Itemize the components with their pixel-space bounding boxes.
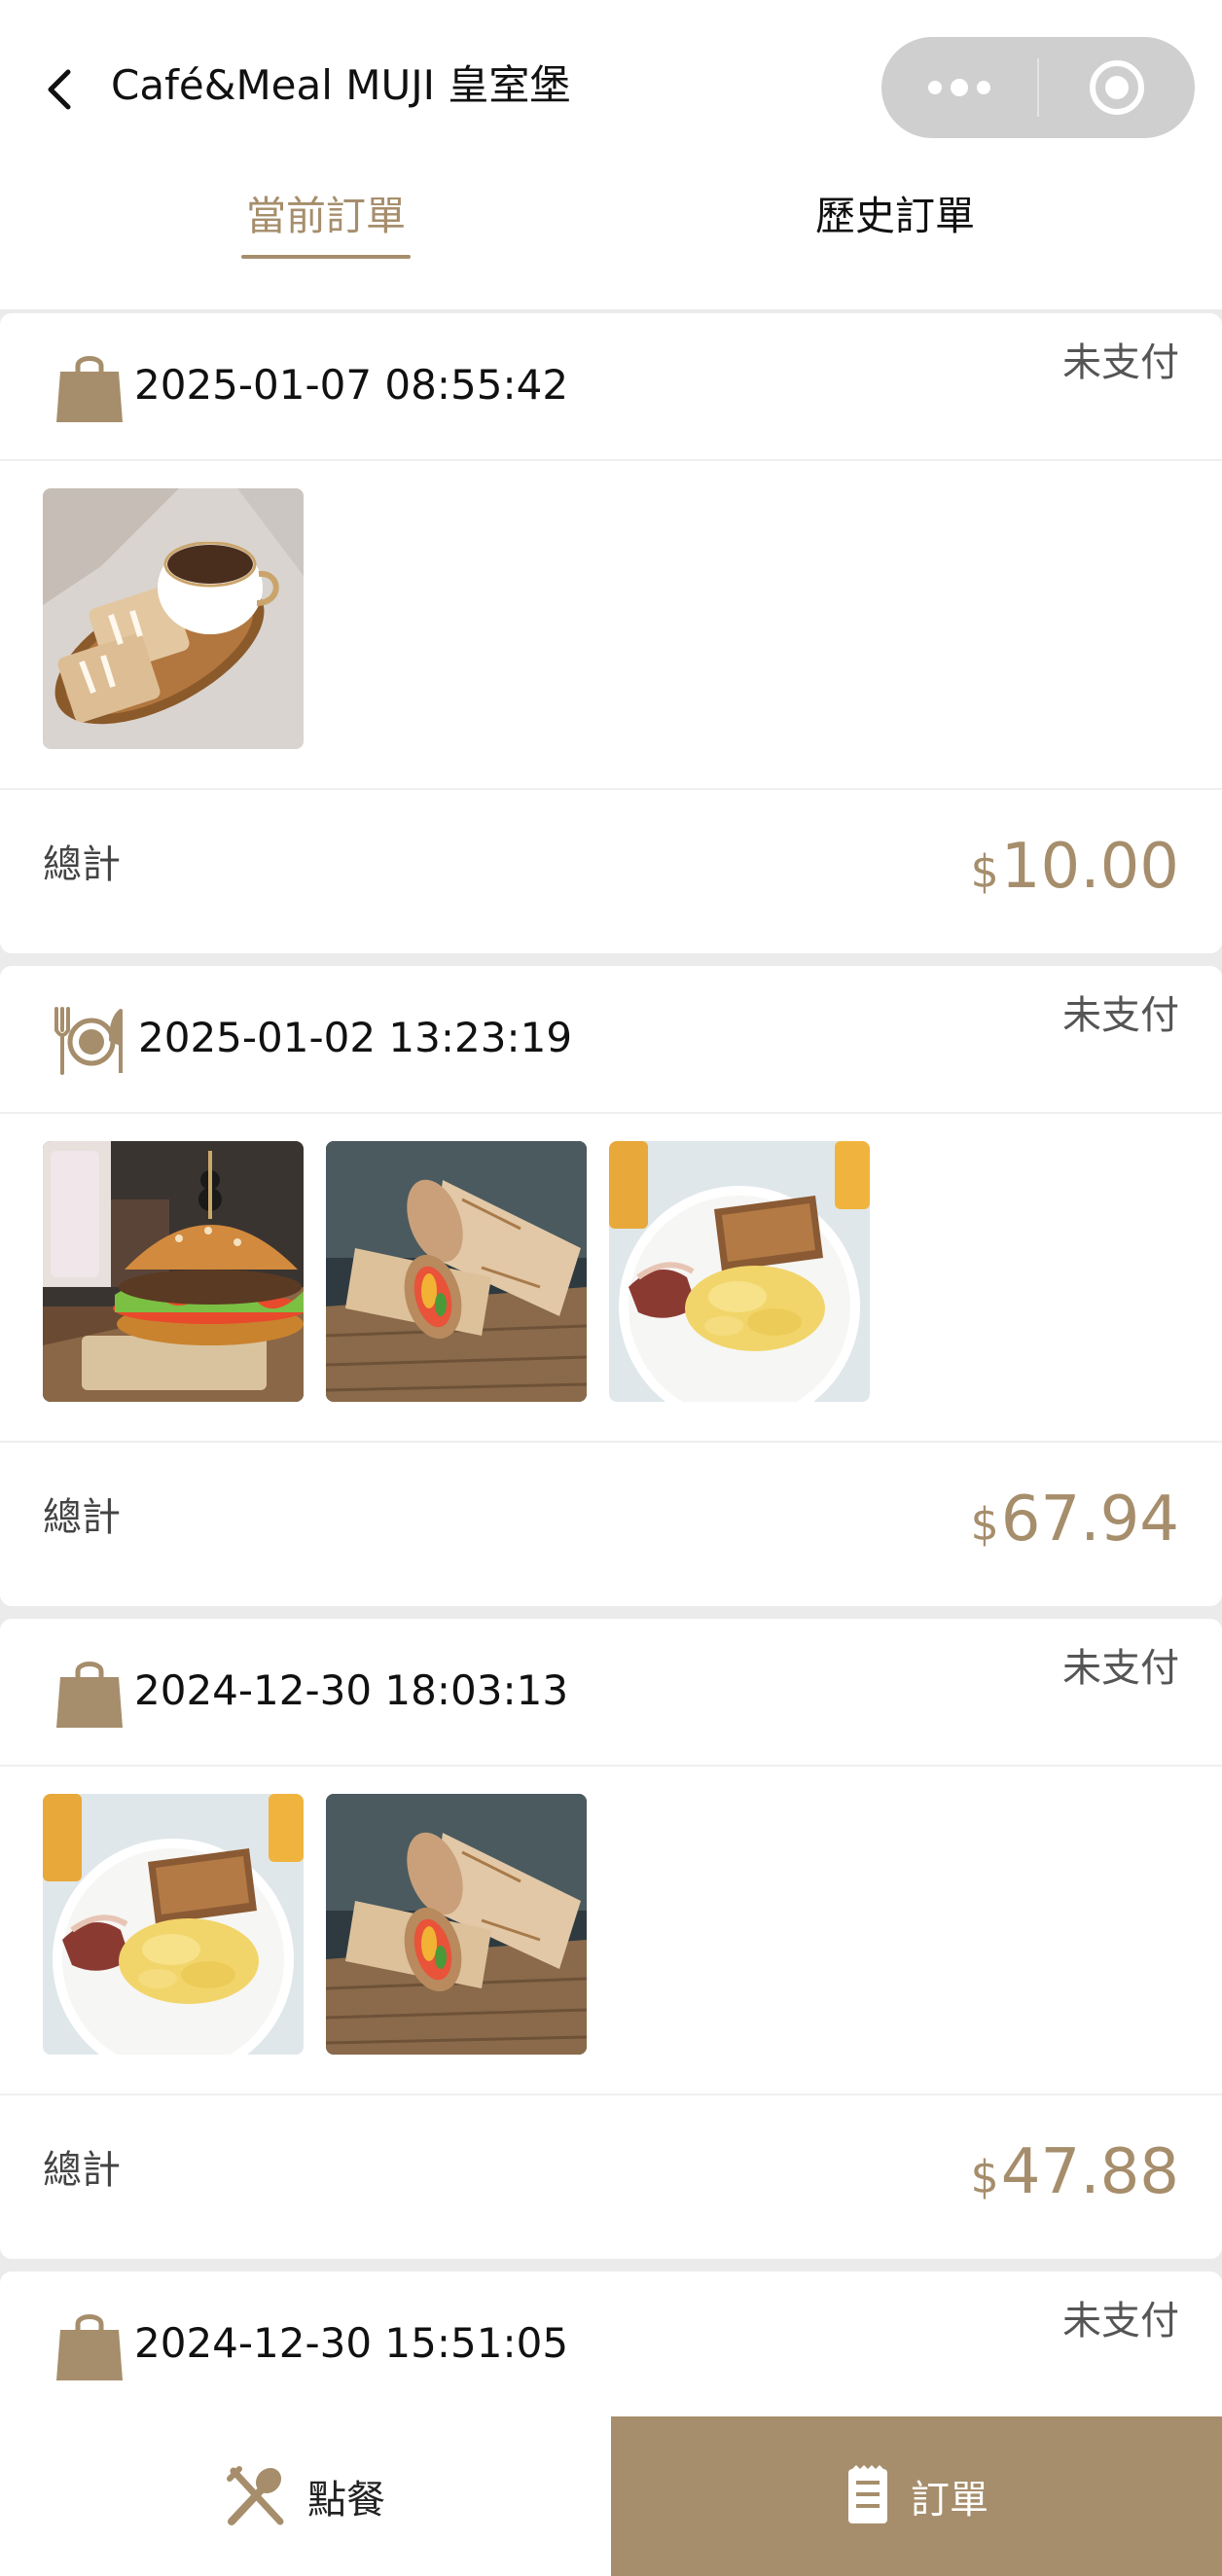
page-title: Café&Meal MUJI 皇室堡 [111,61,571,109]
bottom-tab-bar: 點餐 訂單 [0,2416,1222,2576]
order-card[interactable]: 2025-01-07 08:55:42 未支付 總計 $10.00 [0,313,1222,953]
back-button[interactable] [37,62,80,117]
dine-in-plate-icon [54,1007,123,1075]
tab-history-orders[interactable]: 歷史訂單 [798,181,992,259]
fork-spoon-icon [227,2466,284,2525]
order-header[interactable]: 2024-12-30 18:03:13 未支付 [0,1619,1222,1767]
order-status: 未支付 [1062,340,1179,385]
burger-image [43,1141,304,1402]
tab-menu[interactable]: 點餐 [0,2416,611,2576]
total-label: 總計 [43,2148,121,2193]
order-total: $10.00 [971,831,1180,903]
order-footer: 總計 $10.00 [0,788,1222,955]
breakfast-plate-image [43,1794,304,2055]
order-total: $67.94 [971,1484,1180,1556]
more-dots-icon [928,79,990,96]
total-value: 10.00 [1000,831,1179,903]
order-header[interactable]: 2025-01-07 08:55:42 未支付 [0,313,1222,461]
total-label: 總計 [43,1495,121,1540]
order-footer: 總計 $67.94 [0,1441,1222,1608]
receipt-list-icon [848,2465,887,2523]
tab-menu-label: 點餐 [307,2478,385,2522]
close-mini-program-button[interactable] [1039,37,1195,138]
total-value: 67.94 [1000,1484,1179,1556]
order-header[interactable]: 2024-12-30 15:51:05 未支付 [0,2272,1222,2419]
total-value: 47.88 [1000,2136,1179,2208]
order-header[interactable]: 2025-01-02 13:23:19 未支付 [0,966,1222,1114]
wrap-image [326,1794,587,2055]
tab-orders-label: 訂單 [911,2478,988,2522]
order-time: 2024-12-30 15:51:05 [134,2319,569,2367]
order-status: 未支付 [1062,1646,1179,1691]
order-card[interactable]: 2024-12-30 15:51:05 未支付 [0,2272,1222,2427]
target-circle-icon [1090,60,1144,115]
order-footer: 總計 $47.88 [0,2093,1222,2261]
shopping-bag-icon [56,2314,123,2380]
currency-symbol: $ [970,1498,999,1551]
tab-orders[interactable]: 訂單 [611,2416,1222,2576]
order-time: 2024-12-30 18:03:13 [134,1666,569,1714]
breakfast-plate-image [609,1141,870,1402]
shopping-bag-icon [56,1662,123,1728]
order-items [43,1794,587,2055]
currency-symbol: $ [970,845,999,898]
order-items [43,488,304,749]
coffee-and-toast-image [43,488,304,749]
order-tabs: 當前訂單 歷史訂單 [0,181,1222,268]
order-card[interactable]: 2025-01-02 13:23:19 未支付 總計 $67.94 [0,966,1222,1606]
top-navigation-bar: Café&Meal MUJI 皇室堡 當前訂單 歷史訂單 [0,0,1222,309]
more-options-button[interactable] [881,37,1037,138]
order-status: 未支付 [1062,2299,1179,2343]
order-total: $47.88 [971,2136,1180,2208]
total-label: 總計 [43,842,121,887]
shopping-bag-icon [56,356,123,422]
order-time: 2025-01-02 13:23:19 [138,1014,573,1061]
order-items [43,1141,870,1402]
currency-symbol: $ [970,2151,999,2203]
order-status: 未支付 [1062,993,1179,1038]
order-time: 2025-01-07 08:55:42 [134,361,569,409]
mini-program-capsule [881,37,1195,138]
tab-current-orders[interactable]: 當前訂單 [234,181,418,259]
chevron-left-icon [48,69,71,110]
wrap-image [326,1141,587,1402]
order-card[interactable]: 2024-12-30 18:03:13 未支付 總計 $47.88 [0,1619,1222,2259]
